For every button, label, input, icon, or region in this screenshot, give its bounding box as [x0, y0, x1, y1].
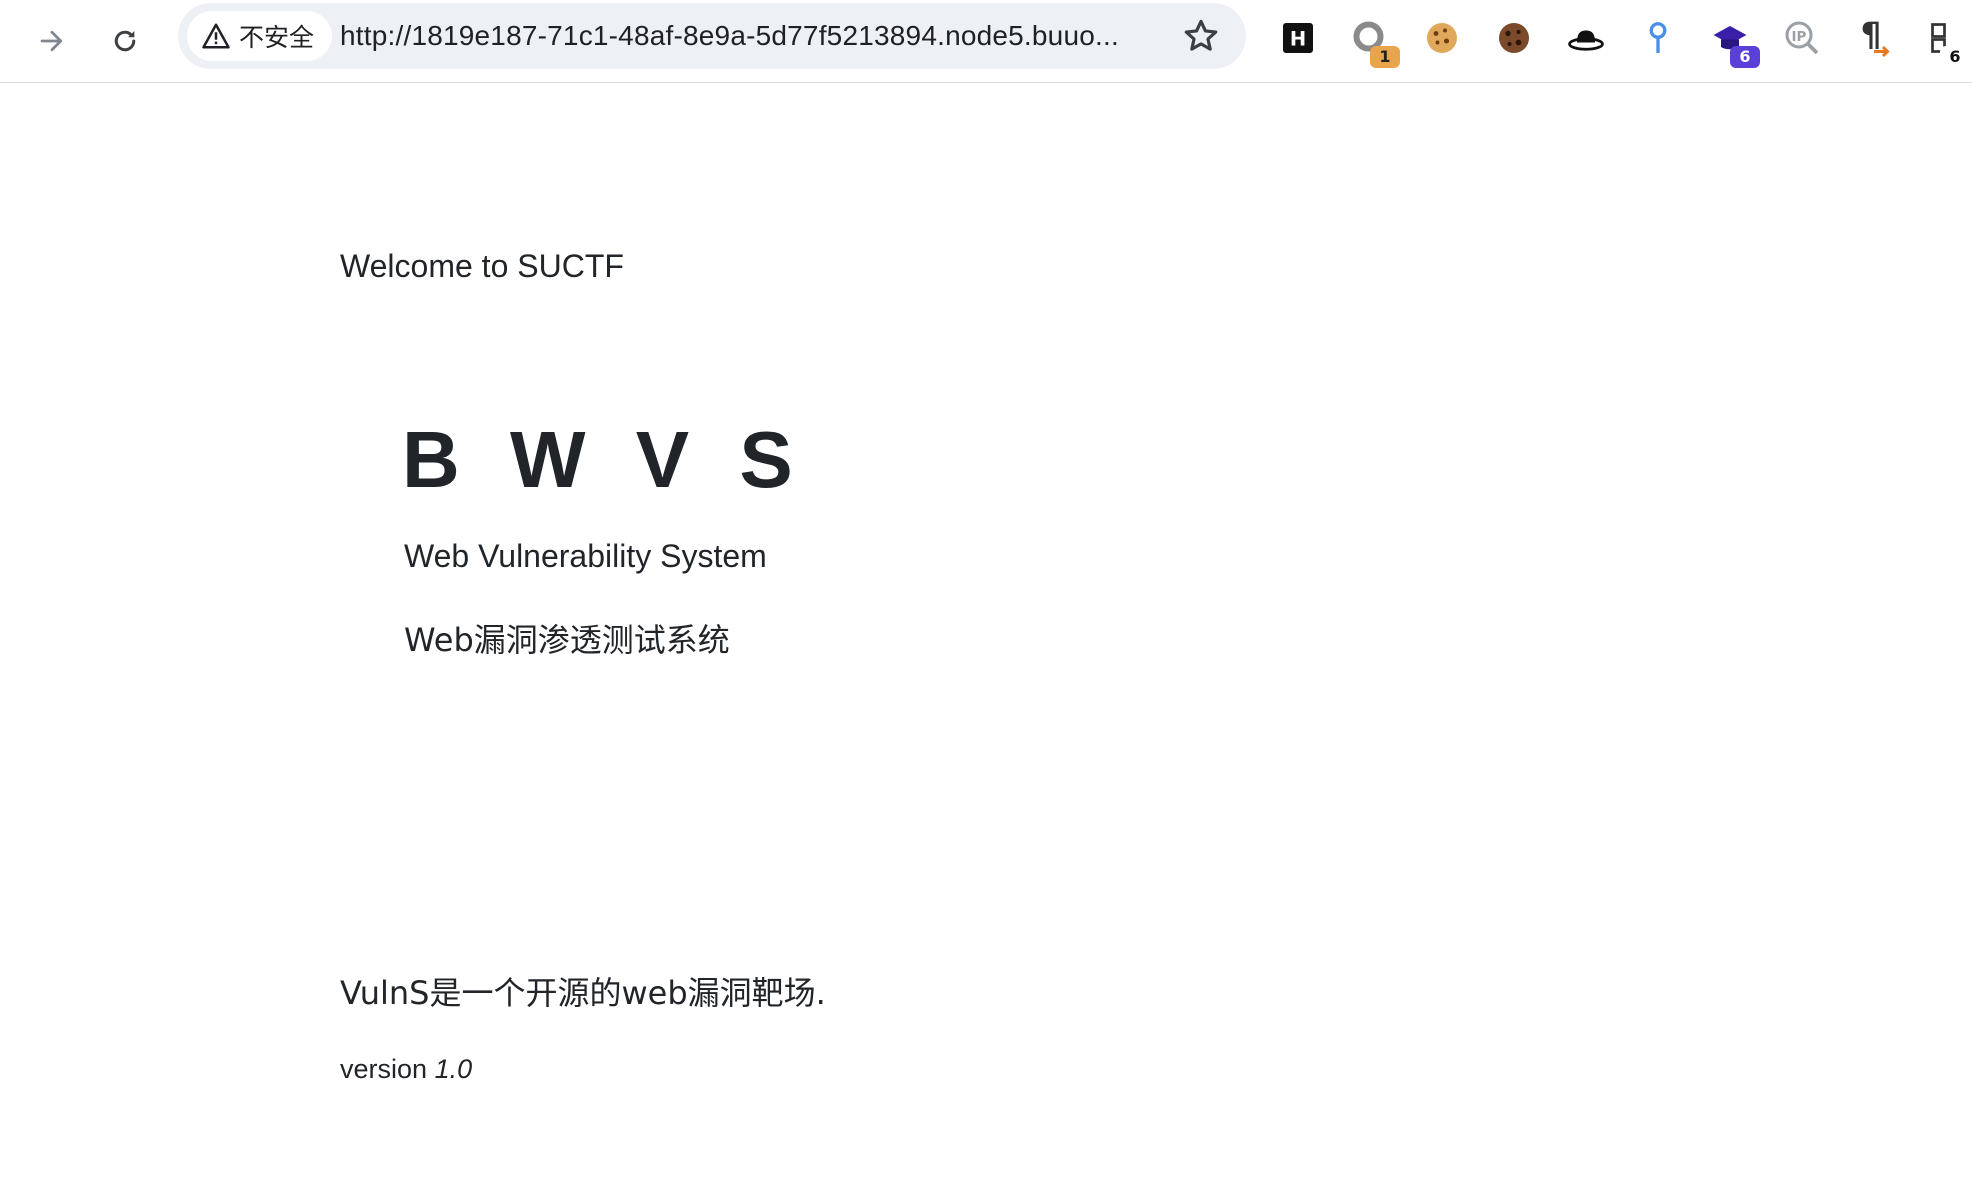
- ip-search-icon[interactable]: IP: [1780, 16, 1824, 60]
- address-bar[interactable]: 不安全 http://1819e187-71c1-48af-8e9a-5d77f…: [178, 3, 1246, 69]
- description-text: VulnS是一个开源的web漏洞靶场.: [340, 974, 826, 1012]
- url-text[interactable]: http://1819e187-71c1-48af-8e9a-5d77f5213…: [340, 3, 1119, 69]
- reload-button[interactable]: [98, 14, 152, 68]
- cookie-icon[interactable]: [1420, 16, 1464, 60]
- version-info: version 1.0: [340, 1054, 472, 1085]
- welcome-text: Welcome to SUCTF: [340, 248, 624, 284]
- svg-text:H: H: [1290, 28, 1306, 51]
- page-title: B W V S: [402, 415, 807, 504]
- extension-badge: 6: [1730, 46, 1760, 68]
- dark-cookie-icon[interactable]: [1492, 16, 1536, 60]
- extension-more-icon[interactable]: 6: [1924, 16, 1970, 68]
- extension-badge: 1: [1370, 46, 1400, 68]
- version-label: version: [340, 1054, 428, 1084]
- h-icon[interactable]: H: [1276, 16, 1320, 60]
- svg-text:¶: ¶: [1861, 15, 1882, 54]
- pin-icon[interactable]: [1636, 16, 1680, 60]
- browser-toolbar: 不安全 http://1819e187-71c1-48af-8e9a-5d77f…: [0, 0, 1972, 83]
- bookmark-star-icon[interactable]: [1182, 17, 1220, 55]
- version-number: 1.0: [434, 1054, 473, 1084]
- security-label: 不安全: [239, 23, 315, 52]
- extension-badge: 6: [1940, 46, 1970, 68]
- forward-button[interactable]: [25, 14, 79, 68]
- hat-icon[interactable]: [1564, 16, 1608, 60]
- arrow-right-icon: [40, 30, 63, 52]
- cap-icon[interactable]: 6: [1708, 16, 1760, 68]
- subtitle-english: Web Vulnerability System: [404, 538, 767, 574]
- ring-icon[interactable]: 1: [1348, 16, 1400, 68]
- pilcrow-icon[interactable]: ¶: [1852, 15, 1896, 60]
- warning-icon: [202, 23, 230, 49]
- security-indicator[interactable]: 不安全: [187, 11, 333, 61]
- subtitle-chinese: Web漏洞渗透测试系统: [404, 621, 730, 659]
- svg-text:IP: IP: [1792, 29, 1807, 45]
- reload-icon: [114, 30, 136, 52]
